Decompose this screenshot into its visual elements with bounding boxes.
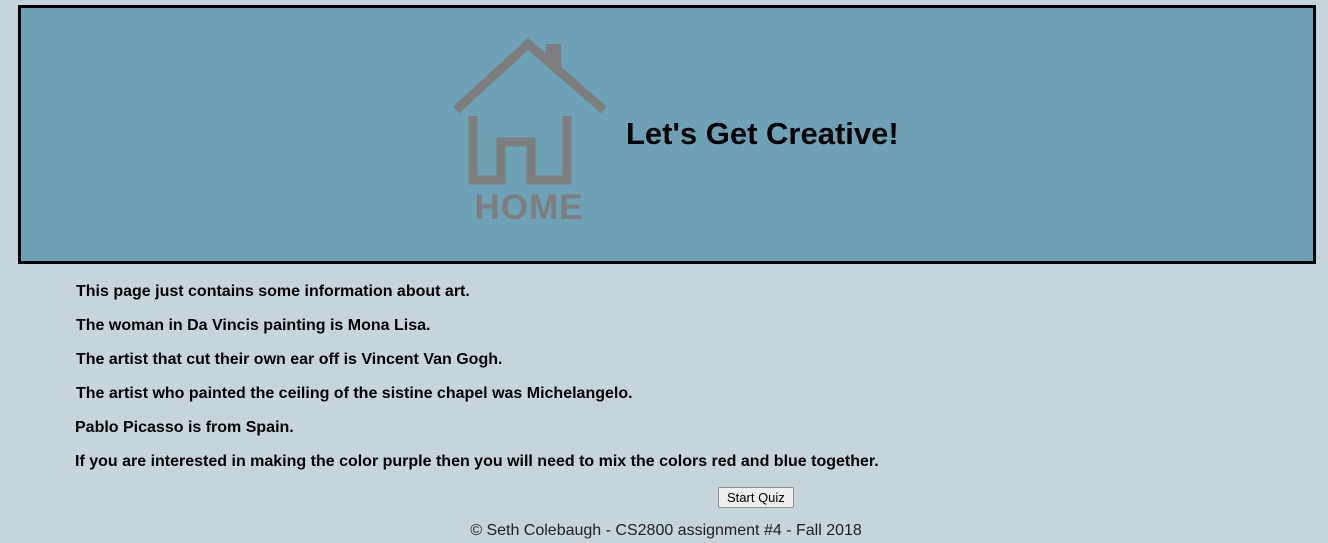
fact-text: Pablo Picasso is from Spain.: [75, 419, 294, 436]
home-logo-text: HOME: [474, 188, 584, 227]
home-logo[interactable]: HOME: [449, 38, 609, 228]
fact-text: This page just contains some information…: [76, 283, 470, 300]
fact-text: The artist who painted the ceiling of th…: [76, 385, 633, 402]
site-header: HOME Let's Get Creative!: [18, 5, 1316, 264]
fact-text: The woman in Da Vincis painting is Mona …: [76, 317, 431, 334]
fact-text: The artist that cut their own ear off is…: [76, 351, 503, 368]
home-icon: [452, 38, 607, 185]
footer-copyright: © Seth Colebaugh - CS2800 assignment #4 …: [470, 522, 862, 539]
start-quiz-button[interactable]: Start Quiz: [718, 487, 794, 508]
page-title: Let's Get Creative!: [626, 116, 899, 151]
fact-text: If you are interested in making the colo…: [75, 453, 879, 470]
